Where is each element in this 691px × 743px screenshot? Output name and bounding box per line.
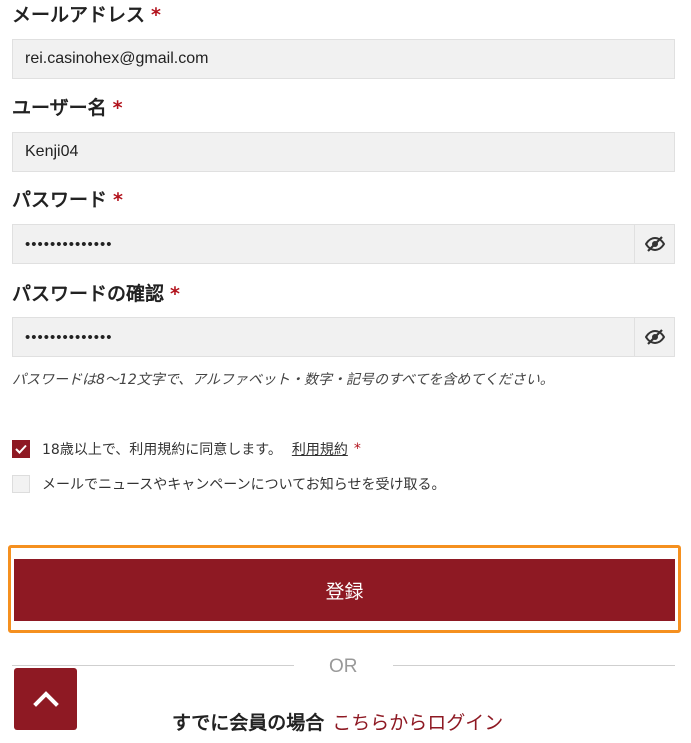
eye-slash-icon[interactable] bbox=[634, 225, 674, 263]
newsletter-text: メールでニュースやキャンペーンについてお知らせを受け取る。 bbox=[42, 477, 446, 493]
submit-highlight: 登録 bbox=[8, 545, 681, 633]
username-label-text: ユーザー名 bbox=[12, 97, 107, 119]
required-mark: * bbox=[170, 283, 180, 305]
username-field-container bbox=[12, 132, 675, 172]
login-prompt-line: すでに会員の場合 こちらからログイン bbox=[172, 708, 503, 735]
newsletter-row: メールでニュースやキャンペーンについてお知らせを受け取る。 bbox=[12, 474, 445, 494]
login-link[interactable]: こちらからログイン bbox=[332, 712, 503, 734]
password-confirm-label: パスワードの確認 * bbox=[12, 282, 180, 306]
register-button[interactable]: 登録 bbox=[14, 559, 675, 621]
check-icon bbox=[15, 444, 27, 454]
login-prompt: すでに会員の場合 bbox=[172, 712, 325, 734]
password-hint: パスワードは8〜12文字で、アルファベット・数字・記号のすべてを含めてください。 bbox=[12, 372, 554, 388]
scroll-top-button[interactable] bbox=[14, 668, 77, 730]
password-field[interactable] bbox=[13, 225, 634, 263]
chevron-up-icon bbox=[32, 691, 59, 707]
password-field-container bbox=[12, 224, 675, 264]
password-confirm-label-text: パスワードの確認 bbox=[12, 283, 165, 305]
username-label: ユーザー名 * bbox=[12, 96, 123, 120]
email-field-container bbox=[12, 39, 675, 79]
age-terms-text: 18歳以上で、利用規約に同意します。 bbox=[42, 442, 282, 458]
age-terms-row: 18歳以上で、利用規約に同意します。 利用規約 * bbox=[12, 439, 361, 459]
password-label-text: パスワード bbox=[12, 189, 108, 211]
divider-line-left bbox=[12, 665, 294, 666]
required-mark: * bbox=[113, 189, 123, 211]
age-terms-checkbox[interactable] bbox=[12, 440, 30, 458]
password-confirm-field-container bbox=[12, 317, 675, 357]
terms-link[interactable]: 利用規約 bbox=[292, 439, 348, 459]
password-label: パスワード * bbox=[12, 188, 123, 212]
password-confirm-field[interactable] bbox=[13, 318, 634, 356]
email-label-text: メールアドレス bbox=[12, 4, 146, 26]
required-mark: * bbox=[112, 97, 123, 119]
email-label: メールアドレス * bbox=[12, 3, 161, 27]
newsletter-checkbox[interactable] bbox=[12, 475, 30, 493]
eye-slash-icon[interactable] bbox=[634, 318, 674, 356]
email-field[interactable] bbox=[13, 40, 674, 78]
required-mark: * bbox=[353, 441, 361, 457]
or-divider-text: OR bbox=[329, 656, 358, 677]
required-mark: * bbox=[151, 4, 161, 26]
divider-line-right bbox=[393, 665, 675, 666]
username-field[interactable] bbox=[13, 133, 674, 171]
